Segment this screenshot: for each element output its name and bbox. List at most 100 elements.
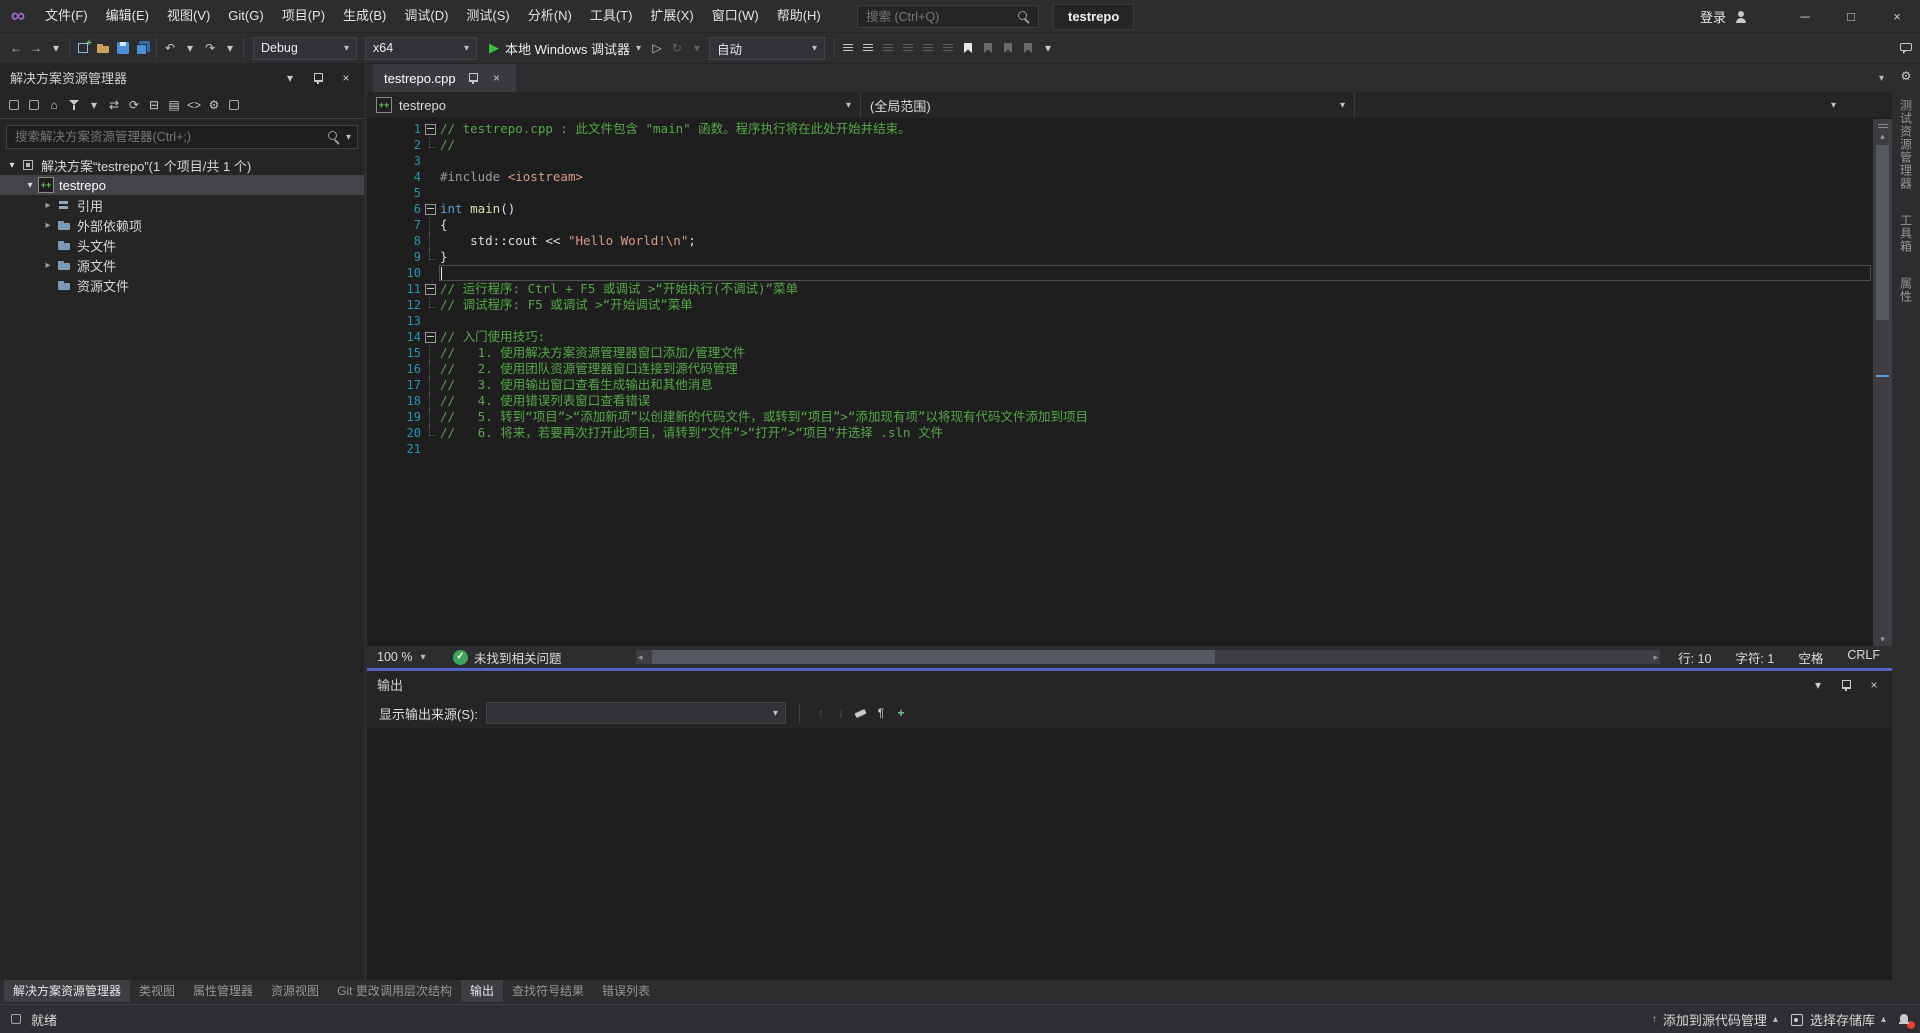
- code-line[interactable]: 1// testrepo.cpp : 此文件包含 "main" 函数。程序执行将…: [367, 121, 1873, 137]
- increase-indent-icon[interactable]: [900, 40, 916, 56]
- tree-expander[interactable]: ▾: [4, 160, 20, 171]
- tree-expander[interactable]: ▸: [40, 220, 56, 231]
- undo-dropdown-icon[interactable]: ▾: [182, 40, 198, 56]
- toolbar-overflow-icon[interactable]: ▾: [1040, 40, 1056, 56]
- new-project-icon[interactable]: [75, 40, 91, 56]
- breakpoint-margin[interactable]: [367, 137, 387, 153]
- code-line[interactable]: 10: [367, 265, 1873, 281]
- menu-item[interactable]: 调试(D): [395, 0, 457, 32]
- undo-icon[interactable]: ↶: [162, 40, 178, 56]
- breakpoint-margin[interactable]: [367, 409, 387, 425]
- minimize-button[interactable]: ─: [1782, 0, 1828, 33]
- output-content[interactable]: [367, 728, 1892, 980]
- breakpoint-margin[interactable]: [367, 281, 387, 297]
- nav-project-select[interactable]: ++ testrepo ▾: [367, 92, 861, 118]
- filter-dropdown-icon[interactable]: ▾: [86, 97, 102, 113]
- breakpoint-margin[interactable]: [367, 393, 387, 409]
- menu-item[interactable]: 项目(P): [273, 0, 334, 32]
- menu-item[interactable]: 帮助(H): [768, 0, 830, 32]
- pending-changes-icon[interactable]: [26, 97, 42, 113]
- scroll-right-icon[interactable]: ▸: [1653, 650, 1658, 664]
- tree-item[interactable]: ▸源文件: [0, 255, 364, 275]
- hot-reload-dropdown-icon[interactable]: ▾: [689, 40, 705, 56]
- show-all-files-icon[interactable]: ▤: [166, 97, 182, 113]
- breakpoint-margin[interactable]: [367, 185, 387, 201]
- output-source-select[interactable]: ▾: [486, 702, 786, 724]
- panel-tab[interactable]: 错误列表: [593, 980, 659, 1002]
- code-editor[interactable]: 1// testrepo.cpp : 此文件包含 "main" 函数。程序执行将…: [367, 119, 1892, 646]
- close-icon[interactable]: ×: [489, 70, 505, 86]
- notifications-bell-icon[interactable]: [1896, 1011, 1912, 1027]
- breakpoint-margin[interactable]: [367, 329, 387, 345]
- fold-margin[interactable]: [421, 329, 439, 345]
- nav-member-select[interactable]: ▾: [1355, 92, 1845, 118]
- member-list-icon[interactable]: [840, 40, 856, 56]
- se-search-box[interactable]: ▾: [6, 125, 358, 149]
- pin-icon[interactable]: [310, 70, 326, 86]
- scrollbar-thumb[interactable]: [1876, 145, 1889, 320]
- clear-all-icon[interactable]: [853, 705, 869, 721]
- breakpoint-margin[interactable]: [367, 377, 387, 393]
- code-line[interactable]: 11// 运行程序: Ctrl + F5 或调试 >“开始执行(不调试)”菜单: [367, 281, 1873, 297]
- tree-expander[interactable]: ▸: [40, 200, 56, 211]
- code-line[interactable]: 21: [367, 441, 1873, 457]
- menu-item[interactable]: 窗口(W): [703, 0, 768, 32]
- breakpoint-margin[interactable]: [367, 169, 387, 185]
- previous-bookmark-icon[interactable]: [980, 40, 996, 56]
- pin-icon[interactable]: [1838, 677, 1854, 693]
- split-editor-grip[interactable]: [1875, 119, 1891, 129]
- breakpoint-margin[interactable]: [367, 265, 387, 281]
- search-icon[interactable]: [326, 129, 342, 145]
- tree-item[interactable]: ▾解决方案“testrepo”(1 个项目/共 1 个): [0, 155, 364, 175]
- vertical-tab[interactable]: 属性: [1898, 268, 1915, 312]
- scroll-down-icon[interactable]: ▾: [1880, 632, 1885, 646]
- fold-collapse-icon[interactable]: [425, 332, 436, 343]
- code-line[interactable]: 3: [367, 153, 1873, 169]
- breakpoint-margin[interactable]: [367, 425, 387, 441]
- code-line[interactable]: 13: [367, 313, 1873, 329]
- editor-vertical-scrollbar[interactable]: ▴ ▾: [1873, 119, 1892, 646]
- breakpoint-margin[interactable]: [367, 297, 387, 313]
- output-header[interactable]: 输出 ▾×: [367, 671, 1892, 698]
- tree-item[interactable]: ▸外部依赖项: [0, 215, 364, 235]
- panel-tab[interactable]: 解决方案资源管理器: [4, 980, 130, 1002]
- menu-item[interactable]: 文件(F): [36, 0, 97, 32]
- breakpoint-margin[interactable]: [367, 313, 387, 329]
- fold-collapse-icon[interactable]: [425, 204, 436, 215]
- menu-item[interactable]: 编辑(E): [97, 0, 158, 32]
- line-indicator[interactable]: 行: 10: [1678, 648, 1711, 667]
- code-line[interactable]: 5: [367, 185, 1873, 201]
- menu-item[interactable]: 扩展(X): [641, 0, 702, 32]
- code-line[interactable]: 17// 3. 使用输出窗口查看生成输出和其他消息: [367, 377, 1873, 393]
- code-line[interactable]: 20// 6. 将来，若要再次打开此项目，请转到“文件”>“打开”>“项目”并选…: [367, 425, 1873, 441]
- uncomment-icon[interactable]: [940, 40, 956, 56]
- chevron-down-icon[interactable]: ▾: [346, 132, 351, 143]
- search-icon[interactable]: [1016, 9, 1032, 25]
- menu-item[interactable]: 测试(S): [457, 0, 518, 32]
- redo-dropdown-icon[interactable]: ▾: [222, 40, 238, 56]
- code-line[interactable]: 19// 5. 转到“项目”>“添加新项”以创建新的代码文件，或转到“项目”>“…: [367, 409, 1873, 425]
- close-icon[interactable]: ×: [338, 70, 354, 86]
- code-line[interactable]: 15// 1. 使用解决方案资源管理器窗口添加/管理文件: [367, 345, 1873, 361]
- settings-gear-icon[interactable]: ⚙: [1898, 68, 1914, 84]
- forward-icon[interactable]: →: [28, 40, 44, 56]
- start-without-debugging-icon[interactable]: ▷: [649, 40, 665, 56]
- quick-search-box[interactable]: [857, 5, 1039, 28]
- se-search-input[interactable]: [13, 129, 322, 145]
- close-button[interactable]: ×: [1874, 0, 1920, 33]
- panel-tab[interactable]: 查找符号结果: [503, 980, 593, 1002]
- code-line[interactable]: 2//: [367, 137, 1873, 153]
- nav-dropdown-icon[interactable]: ▾: [48, 40, 64, 56]
- panel-tab[interactable]: 资源视图: [262, 980, 328, 1002]
- previous-message-icon[interactable]: ↑: [813, 705, 829, 721]
- window-position-icon[interactable]: ▾: [282, 70, 298, 86]
- column-indicator[interactable]: 字符: 1: [1735, 648, 1774, 667]
- code-view-icon[interactable]: <>: [186, 97, 202, 113]
- breakpoint-margin[interactable]: [367, 361, 387, 377]
- fold-collapse-icon[interactable]: [425, 284, 436, 295]
- debug-target-select[interactable]: 自动 ▾: [709, 37, 825, 60]
- tree-item[interactable]: ▸引用: [0, 195, 364, 215]
- quick-search-input[interactable]: [864, 9, 1016, 25]
- decrease-indent-icon[interactable]: [880, 40, 896, 56]
- breakpoint-margin[interactable]: [367, 441, 387, 457]
